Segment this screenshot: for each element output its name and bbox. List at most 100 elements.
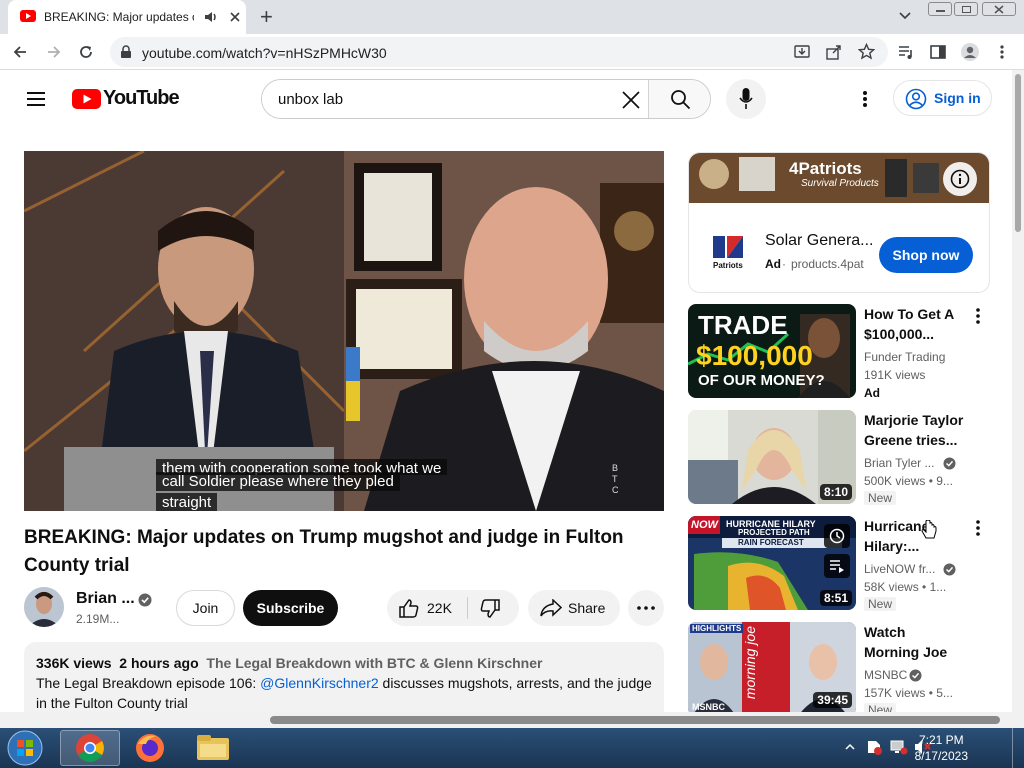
voice-search-button[interactable]	[726, 79, 766, 119]
like-button[interactable]: 22K	[387, 590, 467, 626]
recommendation-item[interactable]: 8:10 Marjorie Taylor Greene tries... Bri…	[688, 410, 988, 506]
close-window-icon	[994, 5, 1004, 14]
taskbar-chrome[interactable]	[60, 730, 120, 766]
youtube-logo[interactable]: YouTube	[72, 86, 180, 112]
watch-later-button[interactable]	[824, 524, 850, 548]
browser-tab[interactable]: BREAKING: Major updates o	[8, 0, 246, 34]
rec-thumbnail[interactable]: TRADE $100,000 OF OUR MONEY?	[688, 304, 856, 398]
new-tab-button[interactable]: +	[260, 4, 273, 30]
install-app-icon[interactable]	[794, 44, 810, 60]
show-desktop-button[interactable]	[1012, 728, 1024, 768]
chevron-down-icon[interactable]	[898, 11, 912, 21]
horizontal-scroll-thumb[interactable]	[270, 716, 1000, 724]
youtube-logo-icon	[72, 89, 101, 109]
lock-icon[interactable]	[120, 45, 132, 59]
dislike-button[interactable]	[468, 590, 519, 626]
search-input[interactable]	[262, 80, 648, 118]
ad-domain-separator: ·	[782, 257, 786, 271]
caption-line-2: call Soldier please where they pled	[156, 472, 400, 491]
profile-icon[interactable]	[960, 42, 980, 62]
ad-info-button[interactable]	[943, 162, 977, 196]
rec-new-badge: New	[864, 491, 897, 505]
start-button-icon[interactable]	[6, 730, 44, 766]
speaker-icon[interactable]	[204, 10, 218, 24]
side-panel-icon[interactable]	[930, 44, 946, 60]
chrome-icon	[76, 734, 104, 762]
add-to-queue-button[interactable]	[824, 554, 850, 578]
rec-channel[interactable]: MSNBC	[864, 668, 907, 682]
shop-now-button[interactable]: Shop now	[879, 237, 973, 273]
rec-thumb-text-2: $100,000	[696, 340, 813, 371]
rec-thumbnail[interactable]: 8:10	[688, 410, 856, 504]
subscribe-button[interactable]: Subscribe	[243, 590, 338, 626]
channel-avatar[interactable]	[24, 587, 64, 627]
mention-link[interactable]: @GlennKirschner2	[260, 675, 379, 691]
more-horizontal-icon	[637, 606, 655, 610]
hashtag-line[interactable]: The Legal Breakdown with BTC & Glenn Kir…	[206, 655, 542, 671]
rec-thumbnail[interactable]: NOW HURRICANE HILARY PROJECTED PATH RAIN…	[688, 516, 856, 610]
close-window-button[interactable]	[982, 2, 1016, 16]
rec-menu-icon[interactable]	[966, 304, 990, 328]
channel-avatar-image	[24, 587, 64, 627]
vertical-scroll-thumb[interactable]	[1015, 74, 1021, 232]
ad-domain: products.4pat	[791, 257, 864, 271]
address-bar[interactable]: youtube.com/watch?v=nHSzPMHcW30	[110, 37, 888, 67]
vertical-scrollbar[interactable]	[1012, 70, 1024, 730]
minimize-button[interactable]	[928, 2, 952, 16]
rec-new-badge: New	[864, 597, 897, 611]
hamburger-menu-icon[interactable]	[26, 91, 46, 107]
share-button[interactable]: Share	[528, 590, 620, 626]
join-button[interactable]: Join	[176, 590, 235, 626]
rec-channel[interactable]: Funder Trading	[864, 350, 945, 364]
description-box[interactable]: 336K views 2 hours ago The Legal Breakdo…	[24, 642, 664, 722]
rec-channel[interactable]: Brian Tyler ...	[864, 456, 934, 470]
show-hidden-icons-icon[interactable]	[845, 743, 855, 751]
back-icon[interactable]	[12, 44, 28, 60]
recommendation-item[interactable]: NOW HURRICANE HILARY PROJECTED PATH RAIN…	[688, 516, 988, 612]
description-text: The Legal Breakdown episode 106: @GlennK…	[36, 673, 652, 693]
rec-thumb-text-3: RAIN FORECAST	[738, 538, 804, 547]
verified-icon	[943, 457, 956, 470]
rec-thumbnail[interactable]: HIGHLIGHTS morning joe MSNBC 39:45	[688, 622, 856, 712]
rec-menu-icon[interactable]	[966, 516, 990, 540]
upload-time: 2 hours ago	[119, 655, 199, 671]
share-page-icon[interactable]	[826, 44, 842, 60]
browser-toolbar: youtube.com/watch?v=nHSzPMHcW30	[0, 34, 1024, 70]
firefox-icon[interactable]	[134, 732, 166, 764]
video-player[interactable]: them with cooperation some took what we …	[24, 151, 664, 511]
like-count: 22K	[427, 600, 452, 616]
search-button[interactable]	[648, 80, 710, 118]
file-explorer-icon[interactable]	[196, 734, 230, 762]
reload-icon[interactable]	[78, 44, 94, 60]
clock-time: 7:21 PM	[918, 733, 964, 747]
recommendation-item[interactable]: TRADE $100,000 OF OUR MONEY? How To Get …	[688, 304, 988, 400]
like-dislike-group: 22K	[387, 590, 519, 626]
sign-in-label: Sign in	[934, 90, 981, 106]
channel-name[interactable]: Brian ...	[76, 590, 135, 608]
verified-icon	[943, 563, 956, 576]
network-icon[interactable]	[890, 739, 908, 755]
system-clock[interactable]: 7:21 PM 8/17/2023	[915, 732, 968, 764]
more-actions-button[interactable]	[628, 590, 664, 626]
rec-title: Marjorie Taylor Greene tries...	[864, 412, 964, 448]
rec-channel[interactable]: LiveNOW fr...	[864, 562, 935, 576]
chrome-menu-icon[interactable]	[998, 44, 1006, 60]
sign-in-button[interactable]: Sign in	[893, 80, 992, 116]
bookmark-star-icon[interactable]	[858, 43, 875, 60]
microphone-icon	[739, 88, 753, 109]
close-tab-icon[interactable]	[228, 10, 242, 24]
settings-menu-icon[interactable]	[861, 89, 869, 109]
restore-icon	[962, 6, 971, 13]
media-control-icon[interactable]	[898, 44, 914, 60]
forward-icon[interactable]	[46, 44, 62, 60]
clock-date: 8/17/2023	[914, 749, 968, 763]
ad-card[interactable]: 4Patriots Survival Products Patriots Sol…	[688, 152, 990, 293]
description-suffix: discusses mugshots, arrests, and the jud…	[378, 675, 652, 691]
rec-thumb-logo: NOW	[691, 519, 718, 531]
restore-button[interactable]	[954, 2, 978, 16]
horizontal-scrollbar[interactable]	[0, 712, 1012, 728]
recommendation-item[interactable]: HIGHLIGHTS morning joe MSNBC 39:45 Watch…	[688, 622, 988, 712]
clear-search-icon[interactable]	[622, 91, 640, 109]
action-center-icon[interactable]	[866, 739, 882, 755]
rec-thumb-text-1: HIGHLIGHTS	[690, 624, 744, 633]
